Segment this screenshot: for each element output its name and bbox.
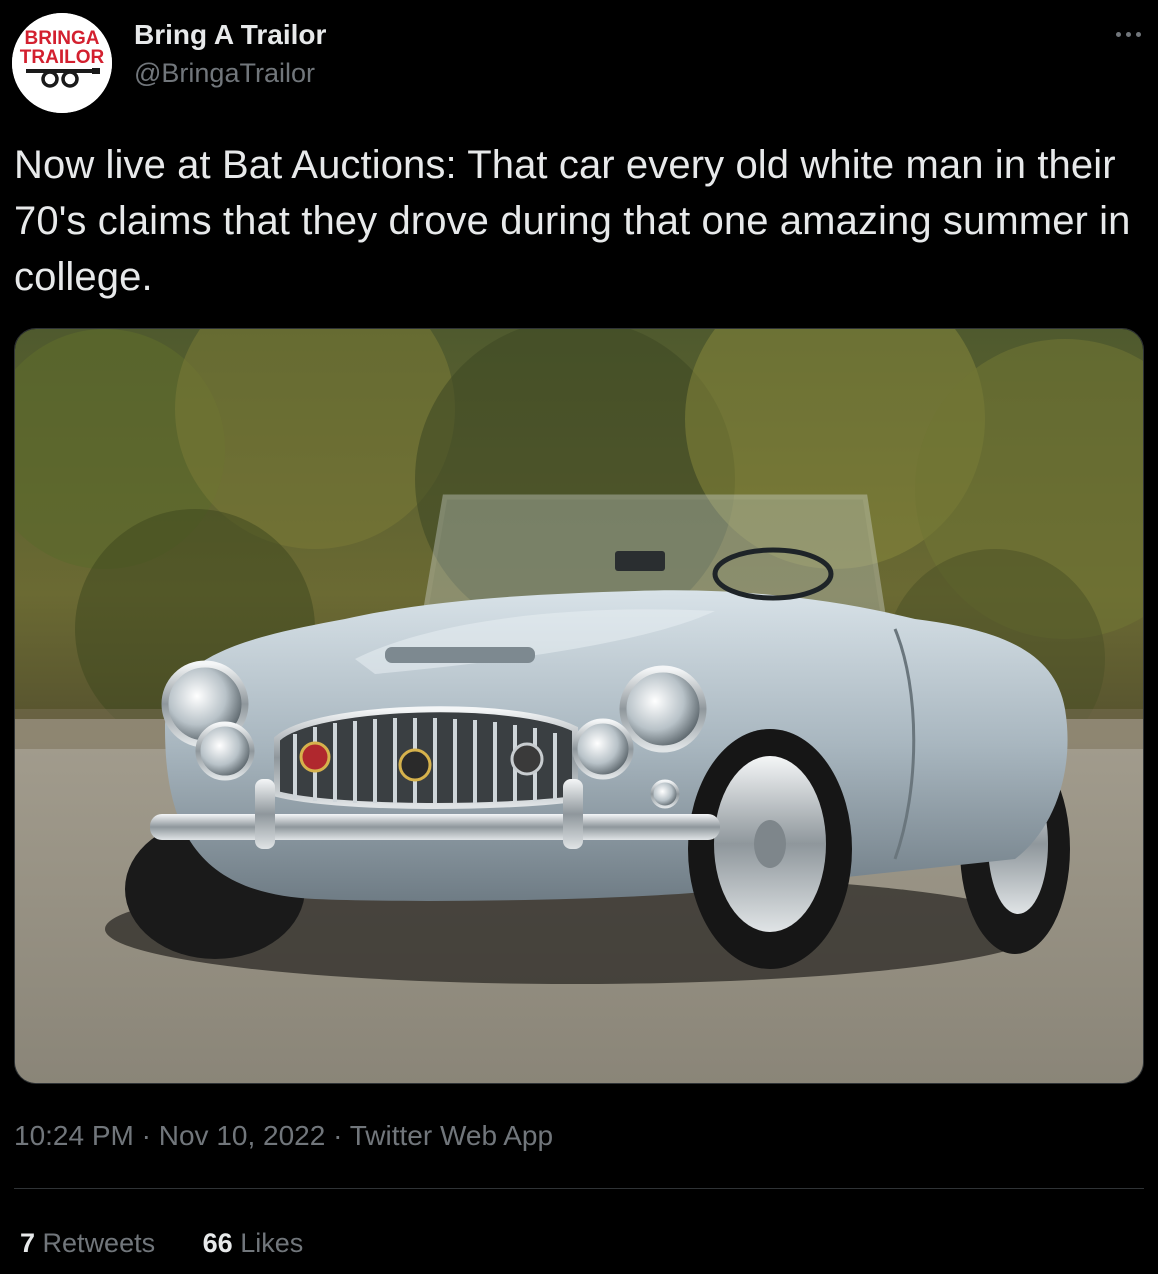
car-photo [15,329,1143,1083]
avatar[interactable]: BRINGA TRAILOR [12,13,112,113]
tweet-meta: 10:24 PM · Nov 10, 2022 · Twitter Web Ap… [14,1118,553,1154]
logo-line1: BRINGA [25,28,100,49]
tweet-time[interactable]: 10:24 PM [14,1120,134,1151]
handle[interactable]: @BringaTrailor [134,56,326,90]
tweet: BRINGA TRAILOR Bring A Trailor @BringaTr… [0,0,1158,1274]
author-block: Bring A Trailor @BringaTrailor [134,18,326,90]
tweet-date[interactable]: Nov 10, 2022 [159,1120,326,1151]
tweet-photo[interactable] [14,328,1144,1084]
bring-a-trailer-logo: BRINGA TRAILOR [12,13,112,113]
likes-label: Likes [240,1228,304,1258]
tweet-stats: 7 Retweets 66 Likes [20,1225,303,1261]
tweet-source[interactable]: Twitter Web App [350,1120,553,1151]
retweets-label: Retweets [42,1228,156,1258]
retweets-stat[interactable]: 7 Retweets [20,1225,155,1261]
likes-stat[interactable]: 66 Likes [203,1225,304,1261]
logo-line2: TRAILOR [20,47,105,68]
meta-separator: · [333,1120,343,1151]
divider [14,1188,1144,1189]
retweets-count: 7 [20,1228,36,1258]
likes-count: 66 [202,1228,233,1258]
tweet-text: Now live at Bat Auctions: That car every… [14,143,1131,299]
meta-separator: · [141,1120,151,1151]
more-horizontal-icon[interactable] [1108,16,1148,52]
display-name[interactable]: Bring A Trailor [134,18,326,52]
